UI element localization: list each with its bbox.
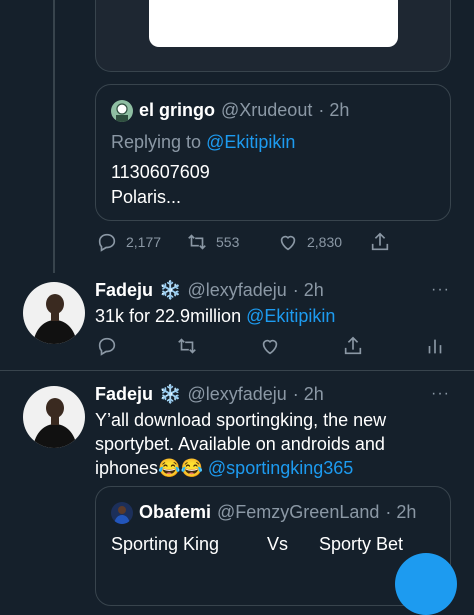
reply-count: 2,177 — [126, 234, 162, 250]
like-action[interactable]: 2,830 — [277, 231, 342, 253]
tweet2-author-handle[interactable]: @lexyfadeju — [187, 384, 286, 405]
tweet1-mention[interactable]: @Ekitipikin — [246, 306, 335, 326]
compose-tweet-button[interactable] — [395, 553, 457, 615]
tweet1-like-button[interactable] — [259, 335, 281, 362]
tweet2-text-line1: Y’all download sportingking, the new — [95, 410, 387, 430]
quoted-tweet-text-line2: Polaris... — [111, 187, 182, 207]
like-count: 2,830 — [307, 234, 343, 250]
tweet1-reply-button[interactable] — [96, 335, 118, 362]
quoted-tweet-author-handle[interactable]: @Xrudeout — [221, 100, 312, 121]
tweet2-timestamp[interactable]: · 2h — [293, 384, 324, 405]
tweet1-author-handle[interactable]: @lexyfadeju — [187, 280, 286, 301]
tweet1-analytics-button[interactable] — [424, 335, 446, 362]
tweet1-share-button[interactable] — [342, 335, 364, 362]
tweet2-author-name[interactable]: Fadeju — [95, 384, 153, 405]
tweet2-mention[interactable]: @sportingking365 — [208, 458, 353, 478]
tweet1-more-menu[interactable]: ··· — [431, 281, 450, 299]
tweet1-text: 31k for 22.9million — [95, 306, 242, 326]
share-icon — [371, 232, 389, 251]
quoted-tweet-timestamp[interactable]: · 2h — [318, 100, 349, 121]
tweet1-author-name[interactable]: Fadeju — [95, 280, 153, 301]
snowflake-icon: ❄️ — [159, 280, 182, 300]
quoted-tweet2-author-name[interactable]: Obafemi — [139, 502, 211, 523]
tweet-divider — [0, 370, 474, 371]
tweet2-text-line2: sportybet. Available on androids and — [95, 434, 385, 454]
share-icon — [344, 336, 362, 355]
quoted-tweet-avatar[interactable] — [111, 100, 133, 122]
replying-to-label: Replying to — [111, 132, 202, 152]
reply-icon — [98, 233, 116, 252]
tweet2-avatar[interactable] — [23, 386, 85, 448]
quoted-tweet2-author-handle[interactable]: @FemzyGreenLand — [217, 502, 379, 523]
quoted-media-image[interactable] — [149, 0, 398, 47]
analytics-icon — [428, 339, 442, 354]
heart-icon — [280, 235, 296, 251]
laughing-emoji-icon: 😂😂 — [158, 458, 203, 478]
quoted-tweet-author-name[interactable]: el gringo — [139, 100, 215, 121]
quoted-tweet2-col3: Sporty Bet — [319, 534, 404, 554]
quoted-tweet2-timestamp[interactable]: · 2h — [385, 502, 416, 523]
reply-icon — [98, 337, 116, 356]
quoted-tweet2-col2: Vs — [267, 534, 289, 554]
tweet2-more-menu[interactable]: ··· — [431, 385, 450, 403]
replying-to-mention[interactable]: @Ekitipikin — [206, 132, 295, 152]
retweet-icon — [178, 338, 196, 354]
snowflake-icon: ❄️ — [159, 384, 182, 404]
retweet-action[interactable]: 553 — [186, 231, 239, 253]
tweet1-avatar[interactable] — [23, 282, 85, 344]
retweet-count: 553 — [216, 234, 240, 250]
retweet-icon — [188, 234, 206, 250]
thread-connector-line — [53, 0, 55, 273]
quoted-tweet-text-line1: 1130607609 — [111, 162, 210, 182]
reply-action[interactable]: 2,177 — [96, 231, 161, 253]
tweet1-timestamp[interactable]: · 2h — [293, 280, 324, 301]
heart-icon — [262, 339, 278, 355]
share-action[interactable] — [369, 231, 391, 258]
quoted-tweet2-avatar[interactable] — [111, 502, 133, 524]
quoted-tweet2-col1: Sporting King — [111, 534, 220, 554]
tweet1-retweet-button[interactable] — [176, 335, 198, 362]
tweet2-text-line3: iphones — [95, 458, 159, 478]
